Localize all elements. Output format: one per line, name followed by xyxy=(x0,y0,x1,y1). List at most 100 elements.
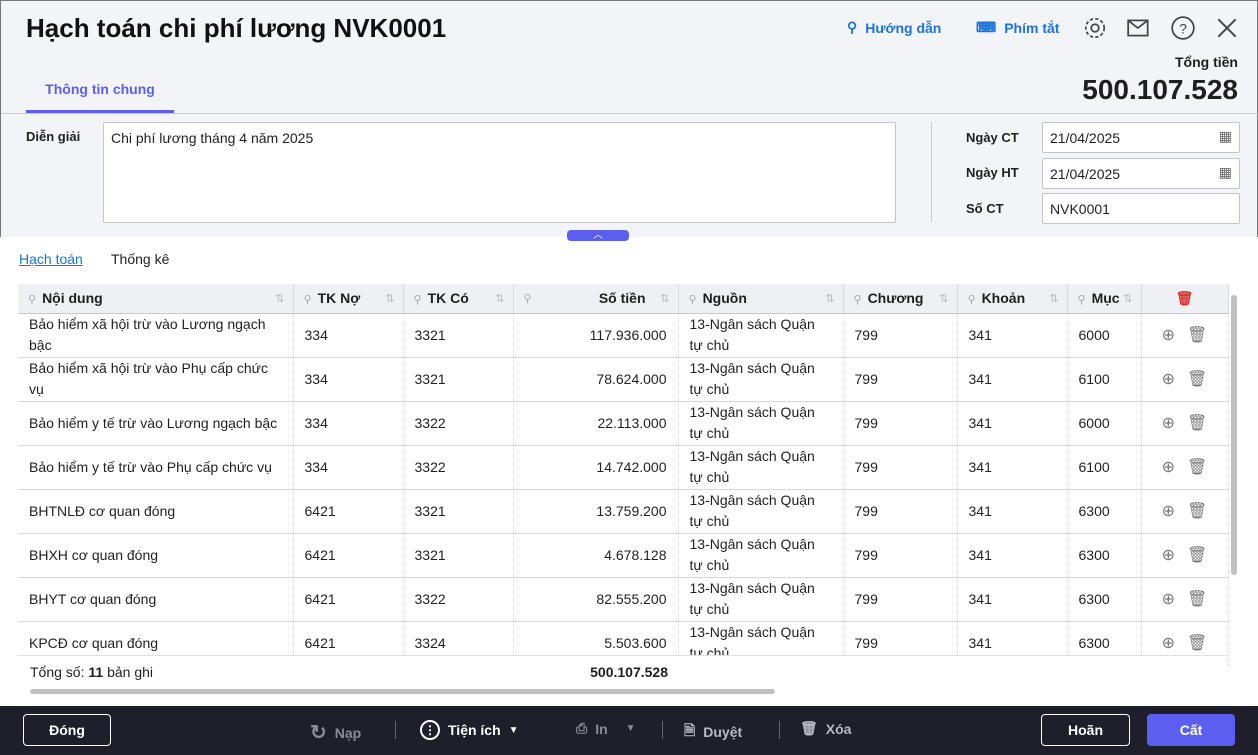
table-row[interactable]: Bảo hiểm xã hội trừ vào Lương ngạch bậc 3… xyxy=(18,313,1229,358)
collapse-button[interactable]: ︿ xyxy=(567,230,629,241)
sort-icon[interactable]: ⇅ xyxy=(1123,292,1132,305)
description-input[interactable]: Chi phí lương tháng 4 năm 2025 xyxy=(103,122,896,223)
calendar-icon[interactable]: ▦ xyxy=(1219,128,1232,145)
cell-chapter[interactable]: 799 xyxy=(843,357,958,402)
column-header-source[interactable]: ⚲ Nguồn ⇅ xyxy=(678,284,844,314)
cell-chapter[interactable]: 799 xyxy=(843,577,958,622)
cell-content[interactable]: Bảo hiểm xã hội trừ vào Lương ngạch bậc xyxy=(18,313,294,358)
sort-icon[interactable]: ⇅ xyxy=(1049,292,1058,305)
table-row[interactable]: Bảo hiểm y tế trừ vào Lương ngạch bậc 334… xyxy=(18,401,1229,446)
cell-debit-account[interactable]: 6421 xyxy=(293,577,404,622)
utilities-button[interactable]: ⋮ Tiện ích ▼ xyxy=(420,720,519,740)
pin-icon[interactable]: ⚲ xyxy=(968,294,976,306)
table-row[interactable]: BHXH cơ quan đóng 6421 3321 4.678.128 13-Ngâ… xyxy=(18,533,1229,578)
cell-source[interactable]: 13-Ngân sách Quận tự chủ xyxy=(678,357,844,402)
cell-debit-account[interactable]: 334 xyxy=(293,445,404,490)
cell-item[interactable]: 6000 xyxy=(1067,401,1142,446)
add-row-icon[interactable]: ⊕ xyxy=(1162,457,1175,478)
cell-content[interactable]: BHTNLĐ cơ quan đóng xyxy=(18,489,294,534)
cell-source[interactable]: 13-Ngân sách Quận tự chủ xyxy=(678,313,844,358)
tab-general-info[interactable]: Thông tin chung xyxy=(26,81,174,113)
cell-credit-account[interactable]: 3322 xyxy=(403,445,514,490)
delete-row-icon[interactable]: 🗑 xyxy=(1187,369,1207,390)
cell-section[interactable]: 341 xyxy=(957,313,1068,358)
cell-section[interactable]: 341 xyxy=(957,533,1068,578)
gear-icon[interactable] xyxy=(1082,15,1108,41)
subtab-accounting[interactable]: Hạch toán xyxy=(19,251,83,267)
post-date-input[interactable]: 21/04/2025 ▦ xyxy=(1042,158,1240,189)
sort-icon[interactable]: ⇅ xyxy=(825,292,834,305)
cell-section[interactable]: 341 xyxy=(957,577,1068,622)
sort-icon[interactable]: ⇅ xyxy=(660,292,669,305)
cell-amount[interactable]: 22.113.000 xyxy=(513,401,679,446)
cell-credit-account[interactable]: 3321 xyxy=(403,313,514,358)
column-header-item[interactable]: ⚲ Mục ⇅ xyxy=(1067,284,1142,314)
add-row-icon[interactable]: ⊕ xyxy=(1162,501,1175,522)
column-header-section[interactable]: ⚲ Khoản ⇅ xyxy=(957,284,1068,314)
add-row-icon[interactable]: ⊕ xyxy=(1162,413,1175,434)
pin-icon[interactable]: ⚲ xyxy=(414,294,422,306)
sort-icon[interactable]: ⇅ xyxy=(385,292,394,305)
cell-amount[interactable]: 82.555.200 xyxy=(513,577,679,622)
cell-chapter[interactable]: 799 xyxy=(843,489,958,534)
cell-section[interactable]: 341 xyxy=(957,489,1068,534)
shortcuts-link[interactable]: ⌨ Phím tắt xyxy=(976,19,1059,36)
table-row[interactable]: BHTNLĐ cơ quan đóng 6421 3321 13.759.200 13-… xyxy=(18,489,1229,534)
horizontal-scrollbar[interactable] xyxy=(30,689,775,694)
pin-icon[interactable]: ⚲ xyxy=(854,294,862,306)
cell-item[interactable]: 6300 xyxy=(1067,577,1142,622)
cell-credit-account[interactable]: 3322 xyxy=(403,401,514,446)
delete-button[interactable]: 🗑 Xóa xyxy=(800,720,851,737)
pin-icon[interactable]: ⚲ xyxy=(28,294,36,306)
reload-button[interactable]: ↻ Nạp xyxy=(310,720,361,745)
sort-icon[interactable]: ⇅ xyxy=(275,292,284,305)
cell-item[interactable]: 6300 xyxy=(1067,489,1142,534)
cell-debit-account[interactable]: 334 xyxy=(293,401,404,446)
cell-item[interactable]: 6300 xyxy=(1067,533,1142,578)
column-header-debit-account[interactable]: ⚲ TK Nợ ⇅ xyxy=(293,284,404,314)
pin-icon[interactable]: ⚲ xyxy=(689,294,697,306)
calendar-icon[interactable]: ▦ xyxy=(1219,164,1232,181)
cell-item[interactable]: 6100 xyxy=(1067,445,1142,490)
cell-section[interactable]: 341 xyxy=(957,445,1068,490)
cell-amount[interactable]: 13.759.200 xyxy=(513,489,679,534)
help-icon[interactable]: ? xyxy=(1170,15,1196,41)
cell-amount[interactable]: 117.936.000 xyxy=(513,313,679,358)
cell-source[interactable]: 13-Ngân sách Quận tự chủ xyxy=(678,445,844,490)
cell-debit-account[interactable]: 334 xyxy=(293,357,404,402)
cell-content[interactable]: BHYT cơ quan đóng xyxy=(18,577,294,622)
column-header-amount[interactable]: ⚲ Số tiền ⇅ xyxy=(513,284,679,314)
column-header-credit-account[interactable]: ⚲ TK Có ⇅ xyxy=(403,284,514,314)
subtab-stats[interactable]: Thống kê xyxy=(111,251,169,267)
mail-icon[interactable] xyxy=(1126,15,1152,41)
delete-row-icon[interactable]: 🗑 xyxy=(1187,325,1207,346)
cell-content[interactable]: BHXH cơ quan đóng xyxy=(18,533,294,578)
add-row-icon[interactable]: ⊕ xyxy=(1162,369,1175,390)
pin-icon[interactable]: ⚲ xyxy=(524,292,532,305)
column-header-chapter[interactable]: ⚲ Chương ⇅ xyxy=(843,284,958,314)
add-row-icon[interactable]: ⊕ xyxy=(1162,545,1175,566)
cell-source[interactable]: 13-Ngân sách Quận tự chủ xyxy=(678,401,844,446)
delete-row-icon[interactable]: 🗑 xyxy=(1187,633,1207,654)
table-row[interactable]: Bảo hiểm xã hội trừ vào Phụ cấp chức vụ 3… xyxy=(18,357,1229,402)
delete-row-icon[interactable]: 🗑 xyxy=(1187,545,1207,566)
cell-debit-account[interactable]: 6421 xyxy=(293,489,404,534)
cell-chapter[interactable]: 799 xyxy=(843,533,958,578)
cell-section[interactable]: 341 xyxy=(957,401,1068,446)
delete-row-icon[interactable]: 🗑 xyxy=(1187,501,1207,522)
pin-icon[interactable]: ⚲ xyxy=(304,294,312,306)
cell-source[interactable]: 13-Ngân sách Quận tự chủ xyxy=(678,489,844,534)
cell-debit-account[interactable]: 334 xyxy=(293,313,404,358)
pin-icon[interactable]: ⚲ xyxy=(1078,294,1086,306)
close-button[interactable]: Đóng xyxy=(23,714,111,746)
delete-row-icon[interactable]: 🗑 xyxy=(1187,589,1207,610)
cancel-button[interactable]: Hoãn xyxy=(1041,714,1130,746)
cell-debit-account[interactable]: 6421 xyxy=(293,533,404,578)
cell-amount[interactable]: 78.624.000 xyxy=(513,357,679,402)
cell-credit-account[interactable]: 3321 xyxy=(403,357,514,402)
cell-section[interactable]: 341 xyxy=(957,357,1068,402)
cell-chapter[interactable]: 799 xyxy=(843,313,958,358)
cell-item[interactable]: 6000 xyxy=(1067,313,1142,358)
cell-credit-account[interactable]: 3321 xyxy=(403,489,514,534)
doc-date-input[interactable]: 21/04/2025 ▦ xyxy=(1042,122,1240,153)
